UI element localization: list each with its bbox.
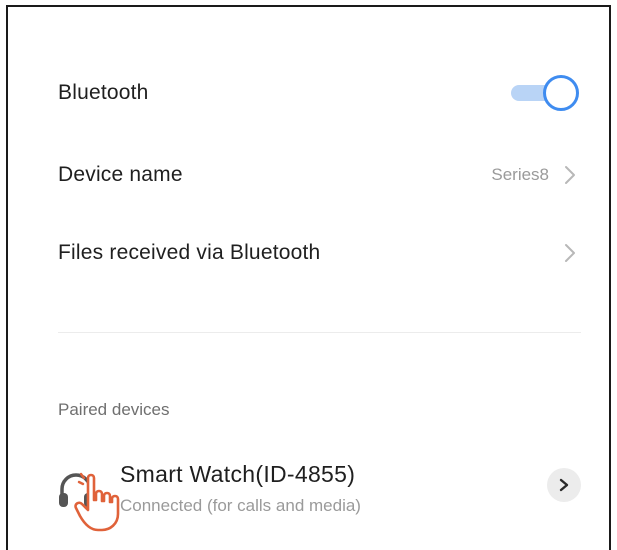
toggle-knob [543,75,579,111]
files-received-label: Files received via Bluetooth [58,241,321,264]
device-name-value: Series8 [491,165,549,184]
device-name-right: Series8 [491,163,579,187]
chevron-right-icon [561,241,579,265]
settings-screen: Bluetooth Device name Series8 Files rece… [6,5,611,550]
chevron-right-icon [561,163,579,187]
files-received-row[interactable]: Files received via Bluetooth [58,231,579,275]
section-divider [58,332,581,333]
device-title: Smart Watch(ID-4855) [120,461,356,487]
chevron-right-icon [559,478,569,492]
headphones-icon [54,467,98,511]
files-received-right [561,241,579,265]
device-name-label: Device name [58,163,183,186]
device-details-button[interactable] [547,468,581,502]
bluetooth-toggle[interactable] [511,75,579,111]
paired-device-row[interactable]: Smart Watch(ID-4855) Connected (for call… [54,455,581,525]
bluetooth-label: Bluetooth [58,81,149,104]
device-name-row[interactable]: Device name Series8 [58,153,579,197]
bluetooth-row[interactable]: Bluetooth [58,71,579,115]
device-status: Connected (for calls and media) [120,496,361,515]
paired-devices-header: Paired devices [58,400,170,419]
